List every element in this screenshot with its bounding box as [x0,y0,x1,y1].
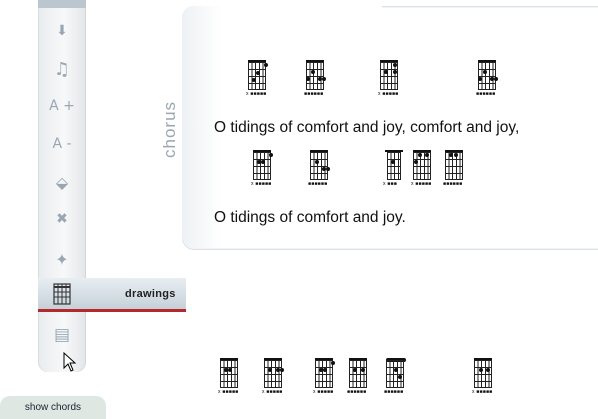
lyric-line: O tidings of comfort and joy, comfort an… [214,119,520,136]
chord-diagram[interactable]: x ■■■■■ [256,356,288,400]
chord-grid-icon [53,283,71,305]
show-chords-button[interactable]: show chords [0,396,106,419]
font-decrease-icon[interactable]: A - [38,129,86,159]
mouse-cursor-icon [63,351,77,377]
chord-diagram[interactable]: ■■■■■■ [378,356,410,400]
section-label: chorus [160,100,179,158]
show-chords-label: show chords [24,402,82,413]
chord-diagram[interactable]: ■■■■■■ [341,356,373,400]
chord-diagram[interactable]: x ■■■■■ [307,356,339,400]
drawings-tab[interactable]: drawings [38,278,186,312]
drawings-label: drawings [125,288,176,300]
paint-bucket-icon[interactable]: ⬙ [38,167,86,197]
chord-diagram[interactable]: ■■■■■■ [437,148,469,192]
chord-diagram[interactable]: x ■■■■■ [466,356,498,400]
chord-diagram[interactable]: ■■■■■■ [302,148,334,192]
page-icon[interactable]: ▤ [38,320,86,350]
music-note-icon[interactable]: ♫ [38,54,86,84]
chord-diagram[interactable]: x ■■■■■ [372,58,404,102]
close-icon[interactable]: ✖ [38,204,86,234]
chord-diagram[interactable]: x ■■■■■ [405,148,437,192]
sparkle-icon[interactable]: ✦ [38,244,86,274]
lyric-line: O tidings of comfort and joy. [214,209,406,226]
download-icon[interactable]: ⬇ [38,16,86,46]
chord-diagram[interactable]: ■■■■■■ [298,58,330,102]
chord-diagram[interactable]: x ■■■■■ [245,148,277,192]
chord-diagram[interactable]: x ■■■■■ [240,58,272,102]
chord-diagram[interactable]: x ■■■■■ [212,356,244,400]
toolbar-cap [38,0,86,8]
chord-diagram[interactable]: ■■■■■■ [470,58,502,102]
font-increase-icon[interactable]: A + [38,91,86,121]
